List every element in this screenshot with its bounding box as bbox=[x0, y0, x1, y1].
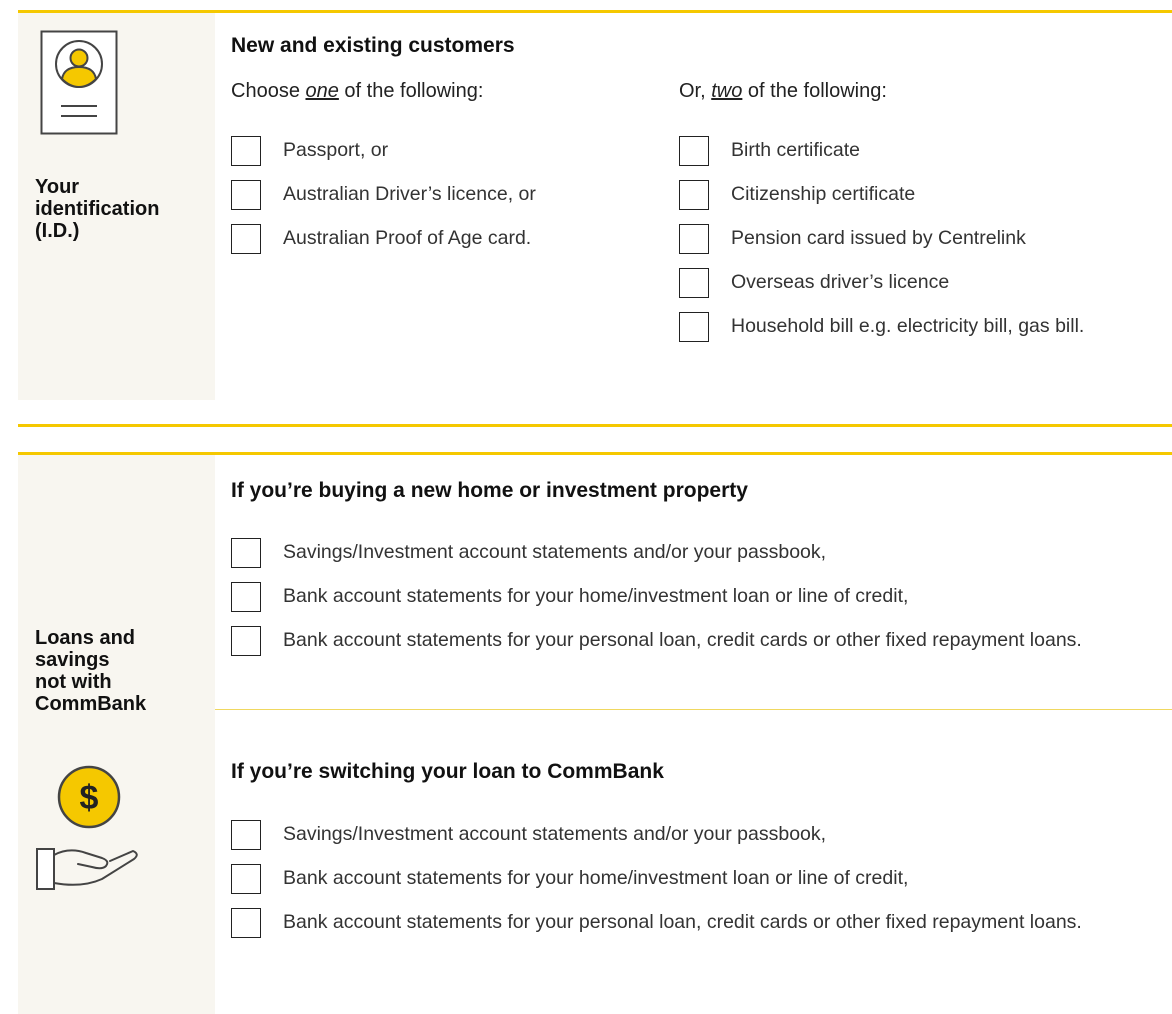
checklist-item: Citizenship certificate bbox=[679, 180, 915, 210]
checklist-item: Pension card issued by Centrelink bbox=[679, 224, 1026, 254]
identification-label: Your identification (I.D.) bbox=[35, 176, 160, 242]
checklist-item: Australian Driver’s licence, or bbox=[231, 180, 536, 210]
checkbox[interactable] bbox=[231, 136, 261, 166]
checklist-item: Household bill e.g. electricity bill, ga… bbox=[679, 312, 1099, 342]
checklist-item: Australian Proof of Age card. bbox=[231, 224, 531, 254]
choose-two-instruction: Or, two of the following: bbox=[679, 80, 887, 102]
checklist-item: Savings/Investment account statements an… bbox=[231, 538, 826, 568]
subsection-divider bbox=[215, 709, 1172, 710]
checkbox[interactable] bbox=[231, 864, 261, 894]
checkbox[interactable] bbox=[231, 908, 261, 938]
checkbox[interactable] bbox=[679, 268, 709, 298]
checklist-item: Bank account statements for your home/in… bbox=[231, 864, 908, 894]
buying-heading: If you’re buying a new home or investmen… bbox=[231, 479, 748, 502]
choose-one-instruction: Choose one of the following: bbox=[231, 80, 484, 102]
checkbox[interactable] bbox=[231, 224, 261, 254]
checklist-item: Passport, or bbox=[231, 136, 388, 166]
loans-sidebar: Loans and savings not with CommBank $ bbox=[18, 455, 215, 1014]
checkbox[interactable] bbox=[679, 224, 709, 254]
checkbox[interactable] bbox=[231, 582, 261, 612]
identification-heading: New and existing customers bbox=[231, 34, 515, 57]
svg-text:$: $ bbox=[80, 779, 99, 817]
switching-heading: If you’re switching your loan to CommBan… bbox=[231, 760, 664, 783]
id-card-icon bbox=[40, 30, 118, 135]
checkbox[interactable] bbox=[679, 312, 709, 342]
section-divider bbox=[18, 424, 1172, 427]
loans-label: Loans and savings not with CommBank bbox=[35, 627, 147, 715]
identification-sidebar: Your identification (I.D.) bbox=[18, 13, 215, 400]
checkbox[interactable] bbox=[679, 136, 709, 166]
checklist-item: Overseas driver’s licence bbox=[679, 268, 949, 298]
checklist-item: Bank account statements for your persona… bbox=[231, 908, 1111, 938]
dollar-hand-icon: $ bbox=[36, 765, 138, 890]
checkbox[interactable] bbox=[231, 626, 261, 656]
checkbox[interactable] bbox=[231, 538, 261, 568]
checkbox[interactable] bbox=[231, 180, 261, 210]
checkbox[interactable] bbox=[679, 180, 709, 210]
checklist-item: Bank account statements for your persona… bbox=[231, 626, 1111, 656]
checklist-item: Birth certificate bbox=[679, 136, 860, 166]
checklist-item: Savings/Investment account statements an… bbox=[231, 820, 826, 850]
checkbox[interactable] bbox=[231, 820, 261, 850]
checklist-item: Bank account statements for your home/in… bbox=[231, 582, 908, 612]
